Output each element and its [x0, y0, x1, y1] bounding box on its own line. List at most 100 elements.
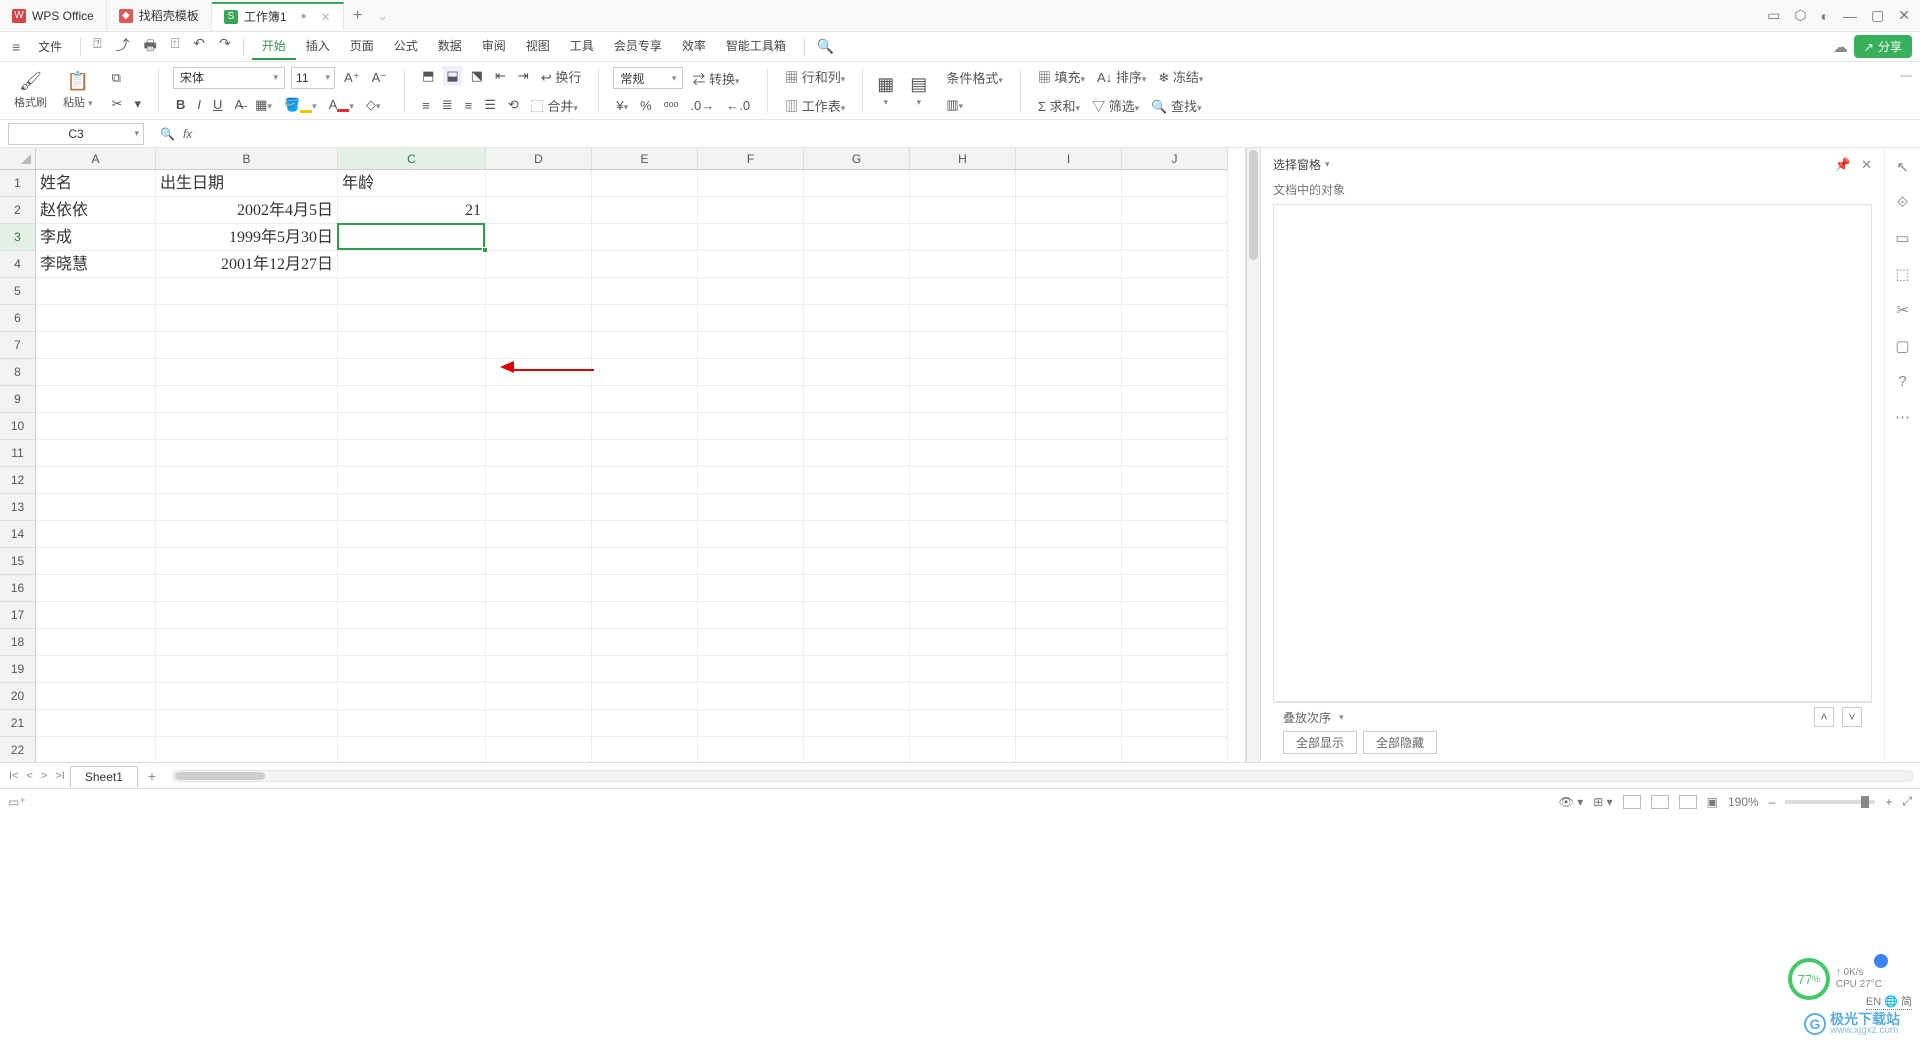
cell-G16[interactable] [804, 575, 910, 602]
cell-J12[interactable] [1122, 467, 1228, 494]
cell-J3[interactable] [1122, 224, 1228, 251]
orientation-button[interactable]: ⟲ [505, 95, 522, 115]
convert-button[interactable]: ⇄ 转换▾ [689, 67, 742, 90]
minimize-button[interactable]: — [1843, 8, 1857, 24]
cell-C13[interactable] [338, 494, 486, 521]
clipboard-more[interactable]: ▾ [132, 94, 145, 114]
cell-A11[interactable] [36, 440, 156, 467]
align-bottom-button[interactable]: ⬔ [468, 66, 486, 86]
menu-tab-插入[interactable]: 插入 [296, 33, 340, 60]
title-tab-1[interactable]: ◆找稻壳模板 [107, 2, 212, 30]
cell-A21[interactable] [36, 710, 156, 737]
cell-A14[interactable] [36, 521, 156, 548]
cell-E16[interactable] [592, 575, 698, 602]
account-icon[interactable]: ◐ [1821, 8, 1829, 24]
cell-D8[interactable] [486, 359, 592, 386]
cell-H6[interactable] [910, 305, 1016, 332]
bold-button[interactable]: B [173, 95, 188, 114]
cell-B4[interactable]: 2001年12月27日 [156, 251, 338, 278]
row-header-14[interactable]: 14 [0, 521, 36, 548]
cell-E3[interactable] [592, 224, 698, 251]
cell-B2[interactable]: 2002年4月5日 [156, 197, 338, 224]
cell-I19[interactable] [1016, 656, 1122, 683]
cell-H9[interactable] [910, 386, 1016, 413]
cell-D4[interactable] [486, 251, 592, 278]
cell-D12[interactable] [486, 467, 592, 494]
cell-E6[interactable] [592, 305, 698, 332]
cell-B15[interactable] [156, 548, 338, 575]
row-header-18[interactable]: 18 [0, 629, 36, 656]
menu-tab-视图[interactable]: 视图 [516, 33, 560, 60]
cell-G21[interactable] [804, 710, 910, 737]
fullscreen-button[interactable]: ⤢ [1902, 794, 1912, 809]
cell-F8[interactable] [698, 359, 804, 386]
cell-A6[interactable] [36, 305, 156, 332]
cell-B11[interactable] [156, 440, 338, 467]
cell-I21[interactable] [1016, 710, 1122, 737]
cell-D21[interactable] [486, 710, 592, 737]
cell-E1[interactable] [592, 170, 698, 197]
send-backward-button[interactable]: ˅ [1842, 707, 1862, 727]
cell-E12[interactable] [592, 467, 698, 494]
ime-indicator[interactable]: EN 🌐 简 [1866, 993, 1912, 1010]
cell-F1[interactable] [698, 170, 804, 197]
cell-G12[interactable] [804, 467, 910, 494]
cell-B9[interactable] [156, 386, 338, 413]
cell-I15[interactable] [1016, 548, 1122, 575]
dec-dec-button[interactable]: ←.0 [723, 96, 753, 115]
cell-A2[interactable]: 赵依依 [36, 197, 156, 224]
cell-G2[interactable] [804, 197, 910, 224]
cell-B19[interactable] [156, 656, 338, 683]
cell-A8[interactable] [36, 359, 156, 386]
cell-A20[interactable] [36, 683, 156, 710]
cell-B18[interactable] [156, 629, 338, 656]
align-top-button[interactable]: ⬒ [419, 66, 437, 86]
cell-E20[interactable] [592, 683, 698, 710]
freeze-button[interactable]: ❄ 冻结▾ [1155, 65, 1206, 88]
cell-F11[interactable] [698, 440, 804, 467]
row-header-6[interactable]: 6 [0, 305, 36, 332]
side-close-icon[interactable]: ✕ [1861, 157, 1872, 173]
cell-B12[interactable] [156, 467, 338, 494]
title-tab-2[interactable]: S工作簿1●✕ [212, 2, 344, 30]
cell-D15[interactable] [486, 548, 592, 575]
cell-J2[interactable] [1122, 197, 1228, 224]
status-indicator-icon[interactable]: ▭⁺ [8, 795, 26, 809]
cell-F18[interactable] [698, 629, 804, 656]
comma-button[interactable]: ᵒᵒᵒ [661, 96, 682, 115]
cell-D9[interactable] [486, 386, 592, 413]
row-header-17[interactable]: 17 [0, 602, 36, 629]
menu-tab-智能工具箱[interactable]: 智能工具箱 [716, 33, 796, 60]
cell-H14[interactable] [910, 521, 1016, 548]
cell-E10[interactable] [592, 413, 698, 440]
indent-dec-button[interactable]: ⇤ [492, 66, 509, 86]
cell-G10[interactable] [804, 413, 910, 440]
cell-J11[interactable] [1122, 440, 1228, 467]
row-header-13[interactable]: 13 [0, 494, 36, 521]
horizontal-scrollbar[interactable] [172, 770, 1914, 782]
cell-E22[interactable] [592, 737, 698, 762]
row-header-12[interactable]: 12 [0, 467, 36, 494]
cell-A17[interactable] [36, 602, 156, 629]
cell-H13[interactable] [910, 494, 1016, 521]
cell-H3[interactable] [910, 224, 1016, 251]
cell-A3[interactable]: 李成 [36, 224, 156, 251]
cell-H15[interactable] [910, 548, 1016, 575]
fill-color-button[interactable]: 🪣▾ [281, 95, 320, 115]
cell-F15[interactable] [698, 548, 804, 575]
italic-button[interactable]: I [194, 95, 204, 114]
cell-G15[interactable] [804, 548, 910, 575]
cell-I2[interactable] [1016, 197, 1122, 224]
cell-B13[interactable] [156, 494, 338, 521]
object-tool-icon[interactable]: ⬚ [1895, 265, 1909, 283]
cell-F4[interactable] [698, 251, 804, 278]
shape-tool-icon[interactable]: ▢ [1895, 337, 1909, 355]
hide-all-button[interactable]: 全部隐藏 [1363, 731, 1437, 754]
col-header-A[interactable]: A [36, 148, 156, 170]
new-icon[interactable]: ⍰ [89, 32, 105, 62]
cell-B17[interactable] [156, 602, 338, 629]
cell-I1[interactable] [1016, 170, 1122, 197]
cell-I22[interactable] [1016, 737, 1122, 762]
cell-G19[interactable] [804, 656, 910, 683]
cell-J7[interactable] [1122, 332, 1228, 359]
